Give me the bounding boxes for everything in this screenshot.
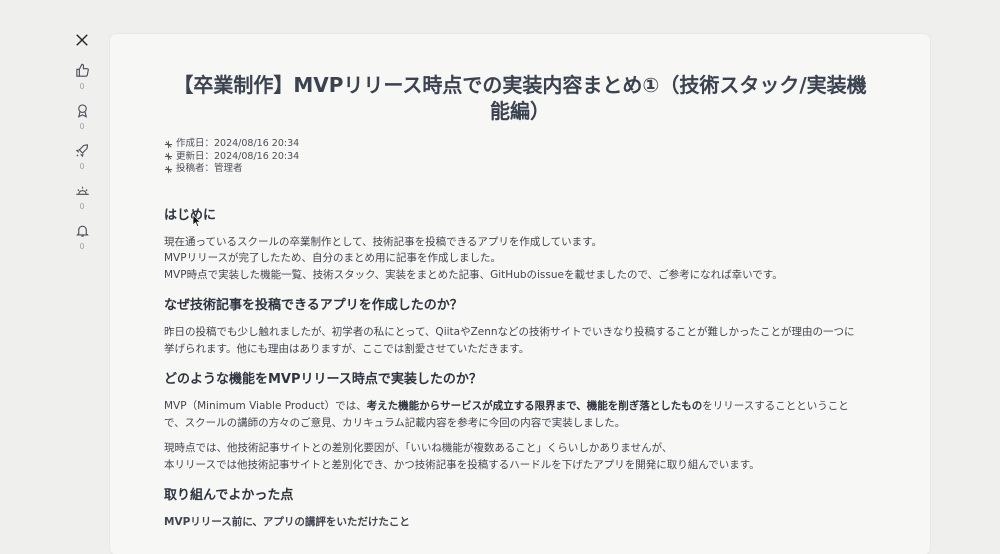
reaction-sidebar: 0 0 0 0 0 bbox=[62, 30, 102, 260]
article-title: 【卒業制作】MVPリリース時点での実装内容まとめ①（技術スタック/実装機 能編） bbox=[164, 72, 876, 124]
updated-date: 更新日：2024/08/16 20:34 bbox=[176, 150, 300, 162]
title-line-2: 能編） bbox=[490, 99, 550, 123]
calendar-icon bbox=[164, 140, 173, 149]
award-count: 0 bbox=[79, 122, 85, 131]
what-line-3: 現時点では、他技術記事サイトとの差別化要因が、「いいね機能が複数あること」くらい… bbox=[164, 442, 673, 454]
why-line-2: 挙げられます。他にも理由はありますが、ここでは割愛させていただきます。 bbox=[164, 342, 530, 355]
article-body: 【卒業制作】MVPリリース時点での実装内容まとめ①（技術スタック/実装機 能編）… bbox=[164, 34, 876, 531]
what-line-4: 本リリースでは他技術記事サイトと差別化でき、かつ技術記事を投稿するハードルを下げ… bbox=[164, 458, 760, 471]
good-subheading: MVPリリース前に、アプリの講評をいただけたこと bbox=[164, 516, 410, 528]
notify-button[interactable]: 0 bbox=[72, 220, 92, 252]
update-icon bbox=[164, 152, 173, 161]
intro-line-1: 現在通っているスクールの卒業制作として、技術記事を投稿できるアプリを作成していま… bbox=[164, 235, 603, 248]
heading-good: 取り組んでよかった点 bbox=[164, 488, 294, 503]
what-line-1: MVP（Minimum Viable Product）では、考えた機能からサービ… bbox=[164, 400, 849, 412]
mouse-cursor-icon bbox=[192, 214, 202, 228]
sunrise-count: 0 bbox=[79, 202, 85, 211]
bell-icon bbox=[72, 220, 92, 240]
title-line-1: 【卒業制作】MVPリリース時点での実装内容まとめ①（技術スタック/実装機 bbox=[173, 73, 867, 97]
sunrise-icon bbox=[72, 180, 92, 200]
article-meta: 作成日：2024/08/16 20:34 更新日：2024/08/16 20:3… bbox=[164, 138, 876, 176]
heading-why: なぜ技術記事を投稿できるアプリを作成したのか？ bbox=[164, 298, 463, 313]
author-icon bbox=[164, 165, 173, 174]
rocket-button[interactable]: 0 bbox=[72, 140, 92, 172]
intro-line-2: MVPリリースが完了したため、自分のまとめ用に記事を作成しました。 bbox=[164, 252, 502, 264]
what-emphasis: 考えた機能からサービスが成立する限界まで、機能を削ぎ落としたもの bbox=[366, 400, 703, 412]
intro-line-3: MVP時点で実装した機能一覧、技術スタック、実装をまとめた記事、GitHubのi… bbox=[164, 268, 783, 281]
heading-intro: はじめに bbox=[164, 207, 217, 223]
why-line-1: 昨日の投稿でも少し触れましたが、初学者の私にとって、QiitaやZennなどの技… bbox=[164, 326, 855, 338]
created-date: 作成日：2024/08/16 20:34 bbox=[176, 138, 300, 149]
x-logo-icon bbox=[72, 30, 92, 50]
like-button[interactable]: 0 bbox=[72, 60, 92, 92]
article-card: 【卒業制作】MVPリリース時点での実装内容まとめ①（技術スタック/実装機 能編）… bbox=[110, 34, 930, 554]
rocket-count: 0 bbox=[79, 162, 85, 171]
what-line-2: で、スクールの講師の方々のご意見、カリキュラム記載内容を参考に今回の内容で実装し… bbox=[164, 416, 626, 429]
sunrise-button[interactable]: 0 bbox=[72, 180, 92, 212]
rocket-icon bbox=[72, 140, 92, 160]
notify-count: 0 bbox=[79, 242, 85, 251]
x-share-button[interactable] bbox=[72, 30, 92, 50]
heading-what: どのような機能をMVPリリース時点で実装したのか？ bbox=[164, 372, 482, 387]
award-button[interactable]: 0 bbox=[72, 100, 92, 132]
thumbs-up-icon bbox=[72, 60, 92, 80]
like-count: 0 bbox=[79, 82, 85, 91]
award-icon bbox=[72, 100, 92, 120]
author: 投稿者：管理者 bbox=[176, 163, 243, 174]
